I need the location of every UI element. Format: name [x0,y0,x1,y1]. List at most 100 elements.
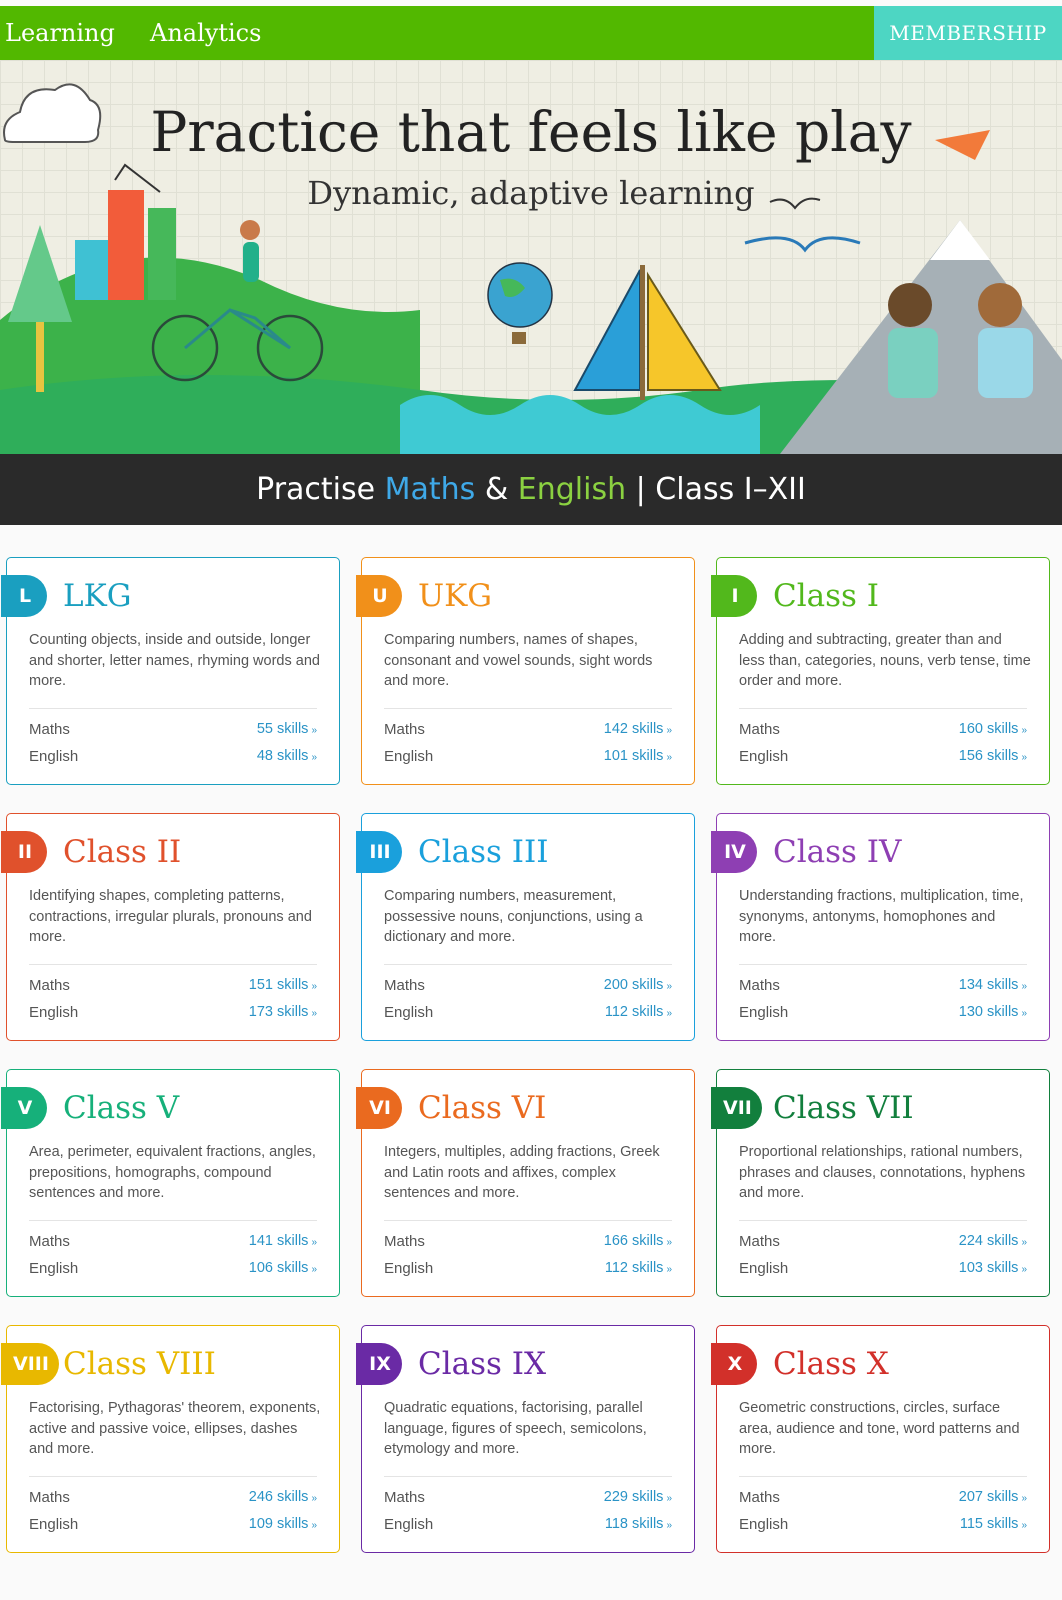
english-label: English [29,748,79,765]
class-card[interactable]: U UKG Comparing numbers, names of shapes, … [356,557,695,785]
class-card[interactable]: V Class V Area, perimeter, equivalent frac… [1,1069,340,1297]
maths-skills-count[interactable]: 160 skills [959,721,1019,737]
class-card[interactable]: IV Class IV Understanding fractions, multi… [711,813,1050,1041]
class-card[interactable]: VI Class VI Integers, multiples, adding fr… [356,1069,695,1297]
english-skills-link[interactable]: 115 skills» [960,1516,1027,1532]
english-row: English 112 skills» [384,1004,672,1024]
class-card[interactable]: VIII Class VIII Factorising, Pythagoras' t… [1,1325,340,1553]
maths-label: Maths [739,1489,780,1506]
maths-skills-count[interactable]: 207 skills [959,1489,1019,1505]
class-title[interactable]: Class VI [418,1090,546,1126]
maths-skills-link[interactable]: 166 skills» [604,1233,672,1249]
english-row: English 115 skills» [739,1516,1027,1536]
maths-skills-count[interactable]: 55 skills [257,721,309,737]
english-skills-count[interactable]: 103 skills [959,1260,1019,1276]
maths-skills-link[interactable]: 224 skills» [959,1233,1027,1249]
maths-row: Maths 246 skills» [29,1489,317,1509]
maths-skills-count[interactable]: 246 skills [249,1489,309,1505]
class-title[interactable]: Class V [63,1090,179,1126]
maths-skills-link[interactable]: 246 skills» [249,1489,317,1505]
english-skills-count[interactable]: 101 skills [604,748,664,764]
class-title[interactable]: Class VIII [63,1346,216,1382]
english-skills-link[interactable]: 112 skills» [605,1004,672,1020]
maths-skills-link[interactable]: 207 skills» [959,1489,1027,1505]
maths-skills-link[interactable]: 134 skills» [959,977,1027,993]
card-divider [384,1220,672,1221]
hero-banner: Practice that feels like play Dynamic, a… [0,60,1062,454]
class-title[interactable]: Class IX [418,1346,546,1382]
english-skills-link[interactable]: 48 skills» [257,748,317,764]
maths-skills-count[interactable]: 151 skills [249,977,309,993]
english-label: English [739,1260,789,1277]
class-title[interactable]: Class VII [773,1090,914,1126]
english-skills-link[interactable]: 118 skills» [605,1516,672,1532]
class-title[interactable]: Class II [63,834,181,870]
english-skills-link[interactable]: 173 skills» [249,1004,317,1020]
maths-skills-link[interactable]: 141 skills» [249,1233,317,1249]
maths-row: Maths 151 skills» [29,977,317,997]
maths-skills-link[interactable]: 160 skills» [959,721,1027,737]
english-skills-count[interactable]: 156 skills [959,748,1019,764]
maths-skills-count[interactable]: 166 skills [604,1233,664,1249]
class-title[interactable]: UKG [418,578,492,614]
class-card[interactable]: III Class III Comparing numbers, measureme… [356,813,695,1041]
class-card[interactable]: X Class X Geometric constructions, circles… [711,1325,1050,1553]
nav-learning-link[interactable]: Learning [5,6,115,60]
class-badge: VII [711,1087,762,1129]
class-title[interactable]: Class X [773,1346,889,1382]
english-skills-count[interactable]: 118 skills [605,1516,664,1532]
class-description: Area, perimeter, equivalent fractions, a… [29,1144,316,1201]
maths-skills-link[interactable]: 142 skills» [604,721,672,737]
maths-label: Maths [384,1489,425,1506]
maths-skills-count[interactable]: 134 skills [959,977,1019,993]
class-card[interactable]: L LKG Counting objects, inside and outside… [1,557,340,785]
english-skills-link[interactable]: 109 skills» [249,1516,317,1532]
maths-skills-count[interactable]: 200 skills [604,977,664,993]
english-skills-link[interactable]: 106 skills» [249,1260,317,1276]
english-skills-link[interactable]: 103 skills» [959,1260,1027,1276]
chevron-right-icon: » [311,1520,317,1531]
english-skills-count[interactable]: 48 skills [257,748,309,764]
maths-skills-count[interactable]: 229 skills [604,1489,664,1505]
maths-skills-link[interactable]: 151 skills» [249,977,317,993]
english-skills-link[interactable]: 130 skills» [959,1004,1027,1020]
card-divider [29,708,317,709]
maths-label: Maths [739,977,780,994]
chevron-right-icon: » [666,1264,672,1275]
english-skills-count[interactable]: 112 skills [605,1260,664,1276]
english-skills-link[interactable]: 156 skills» [959,748,1027,764]
maths-skills-count[interactable]: 224 skills [959,1233,1019,1249]
class-title[interactable]: Class III [418,834,549,870]
english-skills-count[interactable]: 115 skills [960,1516,1019,1532]
english-skills-link[interactable]: 112 skills» [605,1260,672,1276]
class-title[interactable]: Class I [773,578,879,614]
class-card[interactable]: VII Class VII Proportional relationships, … [711,1069,1050,1297]
class-title[interactable]: Class IV [773,834,901,870]
chevron-right-icon: » [666,981,672,992]
english-skills-count[interactable]: 112 skills [605,1004,664,1020]
maths-label: Maths [384,977,425,994]
chevron-right-icon: » [311,981,317,992]
chevron-right-icon: » [311,752,317,763]
maths-skills-link[interactable]: 229 skills» [604,1489,672,1505]
chevron-right-icon: » [1021,1237,1027,1248]
maths-skills-count[interactable]: 141 skills [249,1233,309,1249]
maths-label: Maths [384,1233,425,1250]
membership-button[interactable]: MEMBERSHIP [874,6,1062,60]
maths-skills-link[interactable]: 55 skills» [257,721,317,737]
class-title[interactable]: LKG [63,578,132,614]
maths-label: Maths [29,721,70,738]
class-card[interactable]: I Class I Adding and subtracting, greater … [711,557,1050,785]
english-skills-count[interactable]: 173 skills [249,1004,309,1020]
english-label: English [384,748,434,765]
english-skills-count[interactable]: 109 skills [249,1516,309,1532]
english-skills-count[interactable]: 130 skills [959,1004,1019,1020]
class-badge: I [711,575,757,617]
maths-skills-link[interactable]: 200 skills» [604,977,672,993]
nav-analytics-link[interactable]: Analytics [150,6,261,60]
english-skills-count[interactable]: 106 skills [249,1260,309,1276]
class-card[interactable]: II Class II Identifying shapes, completing… [1,813,340,1041]
maths-skills-count[interactable]: 142 skills [604,721,664,737]
english-skills-link[interactable]: 101 skills» [604,748,672,764]
class-card[interactable]: IX Class IX Quadratic equations, factorisi… [356,1325,695,1553]
